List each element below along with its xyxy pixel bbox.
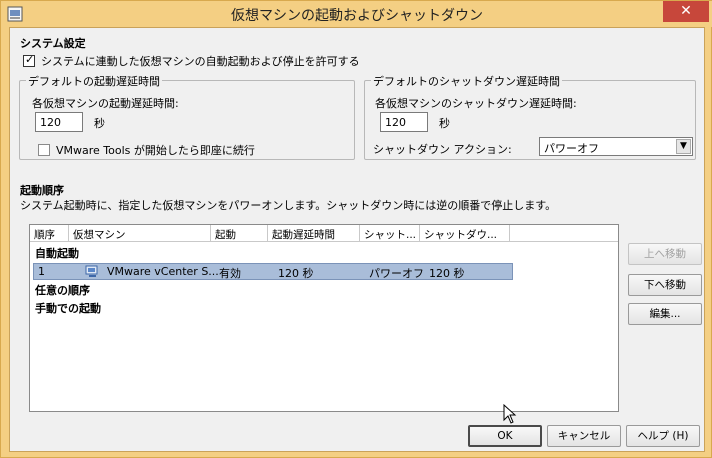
row-shutdown: パワーオフ — [369, 267, 424, 280]
startup-order-description: システム起動時に、指定した仮想マシンをパワーオンします。シャットダウン時には逆の… — [20, 199, 557, 212]
row-order: 1 — [38, 265, 45, 278]
close-icon: ✕ — [680, 3, 692, 19]
virtual-machine-icon — [85, 265, 98, 277]
startup-delay-label: 各仮想マシンの起動遅延時間: — [32, 97, 179, 110]
table-row[interactable]: 1 VMware vCenter S... 有効 120 秒 パワーオフ 120… — [33, 263, 513, 280]
shutdown-delay-label: 各仮想マシンのシャットダウン遅延時間: — [375, 97, 577, 110]
shutdown-action-label: シャットダウン アクション: — [373, 143, 512, 156]
shutdown-delay-group: デフォルトのシャットダウン遅延時間 各仮想マシンのシャットダウン遅延時間: 秒 … — [364, 73, 696, 160]
shutdown-delay-legend: デフォルトのシャットダウン遅延時間 — [371, 73, 562, 89]
table-header: 順序 仮想マシン 起動 起動遅延時間 シャット... シャットダウ... — [30, 225, 618, 242]
tools-continue-checkbox[interactable] — [38, 144, 50, 156]
column-header-shutdown[interactable]: シャット... — [360, 225, 420, 242]
system-settings-title: システム設定 — [20, 37, 86, 50]
column-header-vm[interactable]: 仮想マシン — [69, 225, 211, 242]
column-header-startup-delay[interactable]: 起動遅延時間 — [268, 225, 360, 242]
group-auto-start[interactable]: 自動起動 — [35, 245, 79, 261]
startup-order-table[interactable]: 順序 仮想マシン 起動 起動遅延時間 シャット... シャットダウ... 自動起… — [29, 224, 619, 412]
group-manual-start[interactable]: 手動での起動 — [35, 300, 101, 316]
startup-delay-input[interactable] — [35, 112, 83, 132]
title-bar[interactable]: 仮想マシンの起動およびシャットダウン ✕ — [1, 1, 712, 27]
row-shutdown-delay: 120 秒 — [429, 267, 465, 280]
edit-button[interactable]: 編集... — [628, 303, 702, 325]
row-startup-delay: 120 秒 — [278, 267, 314, 280]
mouse-pointer-icon — [503, 404, 517, 424]
dialog-window: 仮想マシンの起動およびシャットダウン ✕ システム設定 システムに連動した仮想マ… — [0, 0, 712, 458]
window-title: 仮想マシンの起動およびシャットダウン — [231, 8, 483, 24]
help-button[interactable]: ヘルプ (H) — [626, 425, 700, 447]
startup-delay-legend: デフォルトの起動遅延時間 — [26, 73, 162, 89]
allow-auto-start-row[interactable]: システムに連動した仮想マシンの自動起動および停止を許可する — [23, 53, 360, 69]
move-down-button[interactable]: 下へ移動 — [628, 274, 702, 296]
startup-delay-group: デフォルトの起動遅延時間 各仮想マシンの起動遅延時間: 秒 VMware Too… — [19, 73, 355, 160]
tools-continue-row[interactable]: VMware Tools が開始したら即座に続行 — [38, 142, 255, 158]
shutdown-delay-unit: 秒 — [439, 117, 450, 130]
column-header-shutdown-delay[interactable]: シャットダウ... — [420, 225, 510, 242]
row-vm-name: VMware vCenter S... — [107, 265, 219, 278]
shutdown-delay-input[interactable] — [380, 112, 428, 132]
ok-button[interactable]: OK — [468, 425, 542, 447]
row-startup: 有効 — [219, 267, 241, 280]
move-up-button[interactable]: 上へ移動 — [628, 243, 702, 265]
startup-delay-unit: 秒 — [94, 117, 105, 130]
cancel-button[interactable]: キャンセル — [547, 425, 621, 447]
chevron-down-icon[interactable]: ▼ — [676, 139, 691, 154]
column-header-startup[interactable]: 起動 — [211, 225, 268, 242]
allow-auto-start-checkbox[interactable] — [23, 53, 35, 67]
tools-continue-label: VMware Tools が開始したら即座に続行 — [56, 144, 255, 157]
group-any-order[interactable]: 任意の順序 — [35, 282, 90, 298]
column-header-order[interactable]: 順序 — [30, 225, 69, 242]
dialog-body: システム設定 システムに連動した仮想マシンの自動起動および停止を許可する デフォ… — [9, 27, 705, 452]
close-button[interactable]: ✕ — [663, 1, 709, 22]
allow-auto-start-label: システムに連動した仮想マシンの自動起動および停止を許可する — [41, 55, 360, 68]
shutdown-action-value: パワーオフ — [544, 142, 599, 155]
shutdown-action-select[interactable]: パワーオフ ▼ — [539, 137, 693, 156]
startup-order-title: 起動順序 — [20, 184, 64, 197]
